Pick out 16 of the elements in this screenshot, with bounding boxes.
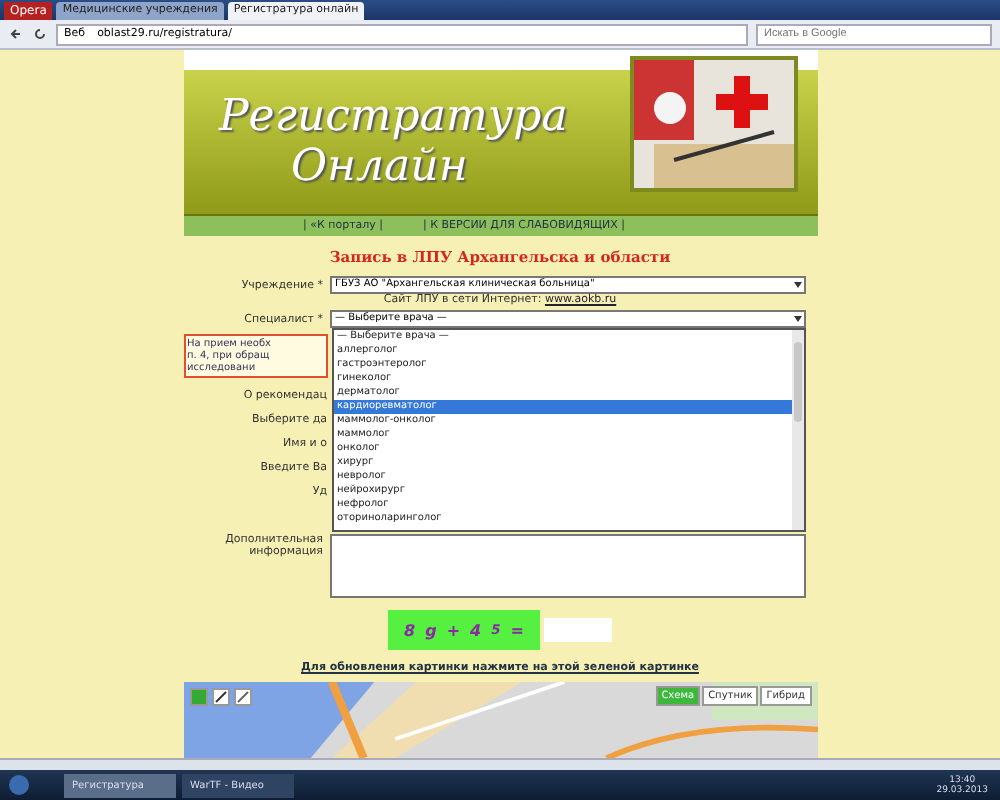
- captcha-char: 4: [470, 621, 482, 639]
- captcha-char: 8: [404, 621, 416, 639]
- captcha-input[interactable]: [544, 618, 612, 642]
- caret-icon: [791, 278, 803, 292]
- start-icon[interactable]: [8, 774, 30, 796]
- site-title: Онлайн: [289, 142, 470, 192]
- caret-icon: [791, 312, 803, 326]
- captcha-char: 5: [491, 622, 501, 638]
- captcha-char: +: [446, 621, 461, 639]
- back-icon[interactable]: [8, 26, 24, 42]
- info-textarea[interactable]: [329, 534, 805, 598]
- scrollbar[interactable]: [791, 330, 803, 530]
- reload-icon[interactable]: [32, 26, 48, 42]
- captcha-char: g: [425, 621, 437, 639]
- site-title: Регистратура: [219, 92, 568, 142]
- captcha-char: =: [510, 621, 524, 639]
